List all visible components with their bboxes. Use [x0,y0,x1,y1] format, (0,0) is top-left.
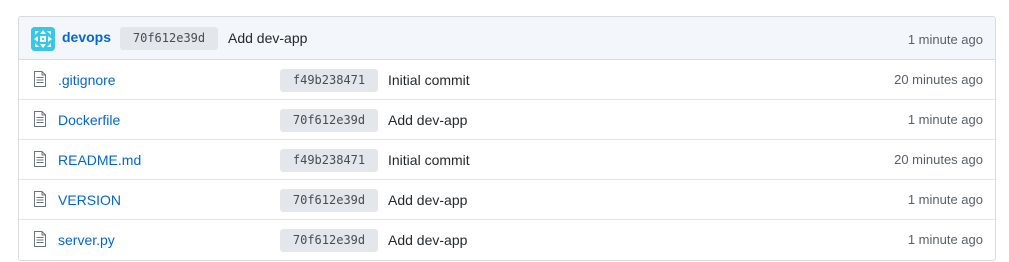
file-commit-message-link[interactable]: Initial commit [388,72,470,88]
file-row: README.md f49b238471 Initial commit 20 m… [19,140,995,180]
file-commit-message-link[interactable]: Add dev-app [388,232,467,248]
file-commit-age: 20 minutes ago [894,152,983,167]
file-row: VERSION 70f612e39d Add dev-app 1 minute … [19,180,995,220]
file-commit-age: 1 minute ago [907,232,983,247]
commit-age: 1 minute ago [907,32,983,47]
identicon-icon [31,27,55,51]
commit-author-link[interactable]: devops [62,29,111,45]
file-icon [34,191,46,207]
commit-message-link[interactable]: Add dev-app [228,30,307,46]
file-commit-sha-button[interactable]: f49b238471 [280,149,378,172]
file-commit-message-link[interactable]: Add dev-app [388,112,467,128]
file-name-link[interactable]: README.md [58,152,141,168]
file-commit-sha-button[interactable]: 70f612e39d [280,229,378,252]
file-commit-sha-button[interactable]: 70f612e39d [280,109,378,132]
file-name-link[interactable]: server.py [58,232,115,248]
file-row: Dockerfile 70f612e39d Add dev-app 1 minu… [19,100,995,140]
file-icon [34,231,46,247]
file-commit-age: 1 minute ago [907,192,983,207]
file-row: .gitignore f49b238471 Initial commit 20 … [19,60,995,100]
file-name-link[interactable]: VERSION [58,192,121,208]
file-commit-message-link[interactable]: Add dev-app [388,192,467,208]
file-name-link[interactable]: .gitignore [58,72,116,88]
author-avatar[interactable] [31,27,55,51]
file-commit-age: 1 minute ago [907,112,983,127]
file-commit-age: 20 minutes ago [894,72,983,87]
file-commit-sha-button[interactable]: 70f612e39d [280,189,378,212]
file-commit-message-link[interactable]: Initial commit [388,152,470,168]
file-row: server.py 70f612e39d Add dev-app 1 minut… [19,220,995,260]
file-icon [34,111,46,127]
file-name-link[interactable]: Dockerfile [58,112,120,128]
commit-sha-button[interactable]: 70f612e39d [120,27,218,50]
file-icon [34,71,46,87]
file-icon [34,151,46,167]
file-list-table: devops 70f612e39d Add dev-app 1 minute a… [18,16,996,261]
file-commit-sha-button[interactable]: f49b238471 [280,69,378,92]
latest-commit-header: devops 70f612e39d Add dev-app 1 minute a… [19,17,995,60]
